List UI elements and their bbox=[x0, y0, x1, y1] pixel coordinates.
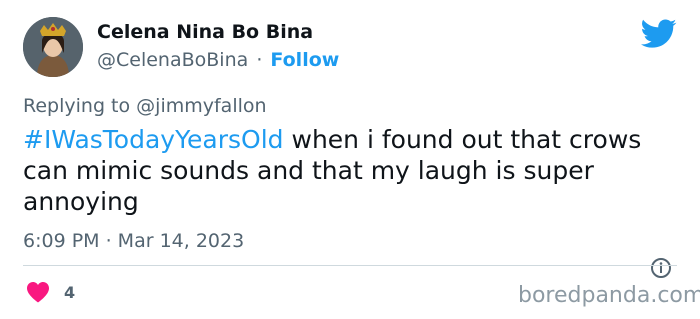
info-icon[interactable] bbox=[650, 257, 672, 279]
tweet-card: Celena Nina Bo Bina @CelenaBoBina · Foll… bbox=[0, 0, 700, 319]
separator: · bbox=[256, 49, 263, 71]
reply-context: Replying to @jimmyfallon bbox=[23, 95, 267, 117]
twitter-bird-icon[interactable] bbox=[641, 19, 677, 49]
tweet-text: #IWasTodayYearsOld when i found out that… bbox=[23, 124, 683, 217]
reply-mention[interactable]: @jimmyfallon bbox=[136, 95, 266, 117]
hashtag-link[interactable]: #IWasTodayYearsOld bbox=[23, 125, 284, 154]
divider bbox=[23, 265, 677, 266]
timestamp[interactable]: 6:09 PM · Mar 14, 2023 bbox=[23, 230, 244, 252]
author-handle-row: @CelenaBoBina · Follow bbox=[97, 49, 339, 71]
like-count: 4 bbox=[64, 283, 76, 302]
avatar-portrait-icon bbox=[23, 17, 83, 77]
author-name[interactable]: Celena Nina Bo Bina bbox=[97, 21, 313, 43]
follow-button[interactable]: Follow bbox=[270, 49, 339, 71]
source-watermark: boredpanda.com bbox=[518, 283, 700, 308]
avatar[interactable] bbox=[23, 17, 83, 77]
heart-icon[interactable] bbox=[26, 281, 50, 303]
reply-prefix: Replying to bbox=[23, 95, 131, 117]
author-handle[interactable]: @CelenaBoBina bbox=[97, 49, 248, 71]
